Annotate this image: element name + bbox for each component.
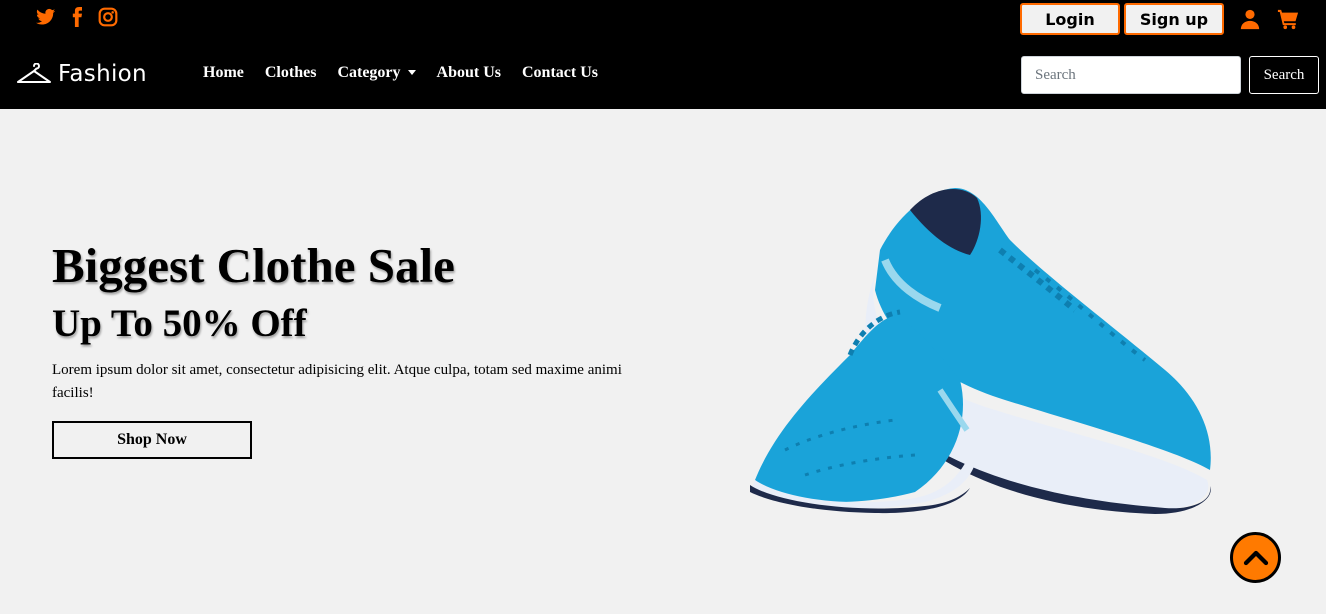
caret-down-icon [407, 69, 416, 75]
nav-home[interactable]: Home [203, 64, 244, 82]
hero-description: Lorem ipsum dolor sit amet, consectetur … [52, 362, 622, 401]
nav-about-us[interactable]: About Us [437, 64, 501, 82]
nav-contact-us[interactable]: Contact Us [522, 64, 598, 82]
signup-button[interactable]: Sign up [1124, 3, 1224, 35]
search-form: Search [1021, 56, 1319, 94]
shop-now-button[interactable]: Shop Now [52, 421, 252, 459]
hero-title: Biggest Clothe Sale [52, 238, 455, 293]
nav-clothes[interactable]: Clothes [265, 64, 317, 82]
nav-category-label: Category [337, 64, 401, 81]
navbar: Login Sign up Fashion Home Clothes Categ… [0, 0, 1326, 109]
hanger-icon [17, 63, 51, 83]
instagram-icon[interactable] [98, 6, 118, 28]
auth-area: Login Sign up [1020, 3, 1300, 35]
scroll-to-top-button[interactable] [1230, 532, 1281, 583]
brand-logo[interactable]: Fashion [16, 61, 147, 87]
nav-category-dropdown[interactable]: Category [337, 64, 416, 82]
brand-name: Fashion [58, 61, 147, 87]
twitter-icon[interactable] [36, 6, 56, 28]
user-icon[interactable] [1238, 7, 1262, 31]
facebook-icon[interactable] [67, 6, 87, 28]
hero-subtitle: Up To 50% Off [52, 302, 307, 345]
hero-section: Biggest Clothe Sale Up To 50% Off Lorem … [52, 237, 652, 459]
cart-icon[interactable] [1276, 7, 1300, 31]
search-input[interactable] [1021, 56, 1241, 94]
main-nav: Home Clothes Category About Us Contact U… [203, 64, 598, 82]
login-button[interactable]: Login [1020, 3, 1120, 35]
sneaker-image [750, 188, 1211, 514]
search-button[interactable]: Search [1249, 56, 1319, 94]
chevron-up-icon [1243, 550, 1268, 565]
social-links [36, 6, 118, 28]
